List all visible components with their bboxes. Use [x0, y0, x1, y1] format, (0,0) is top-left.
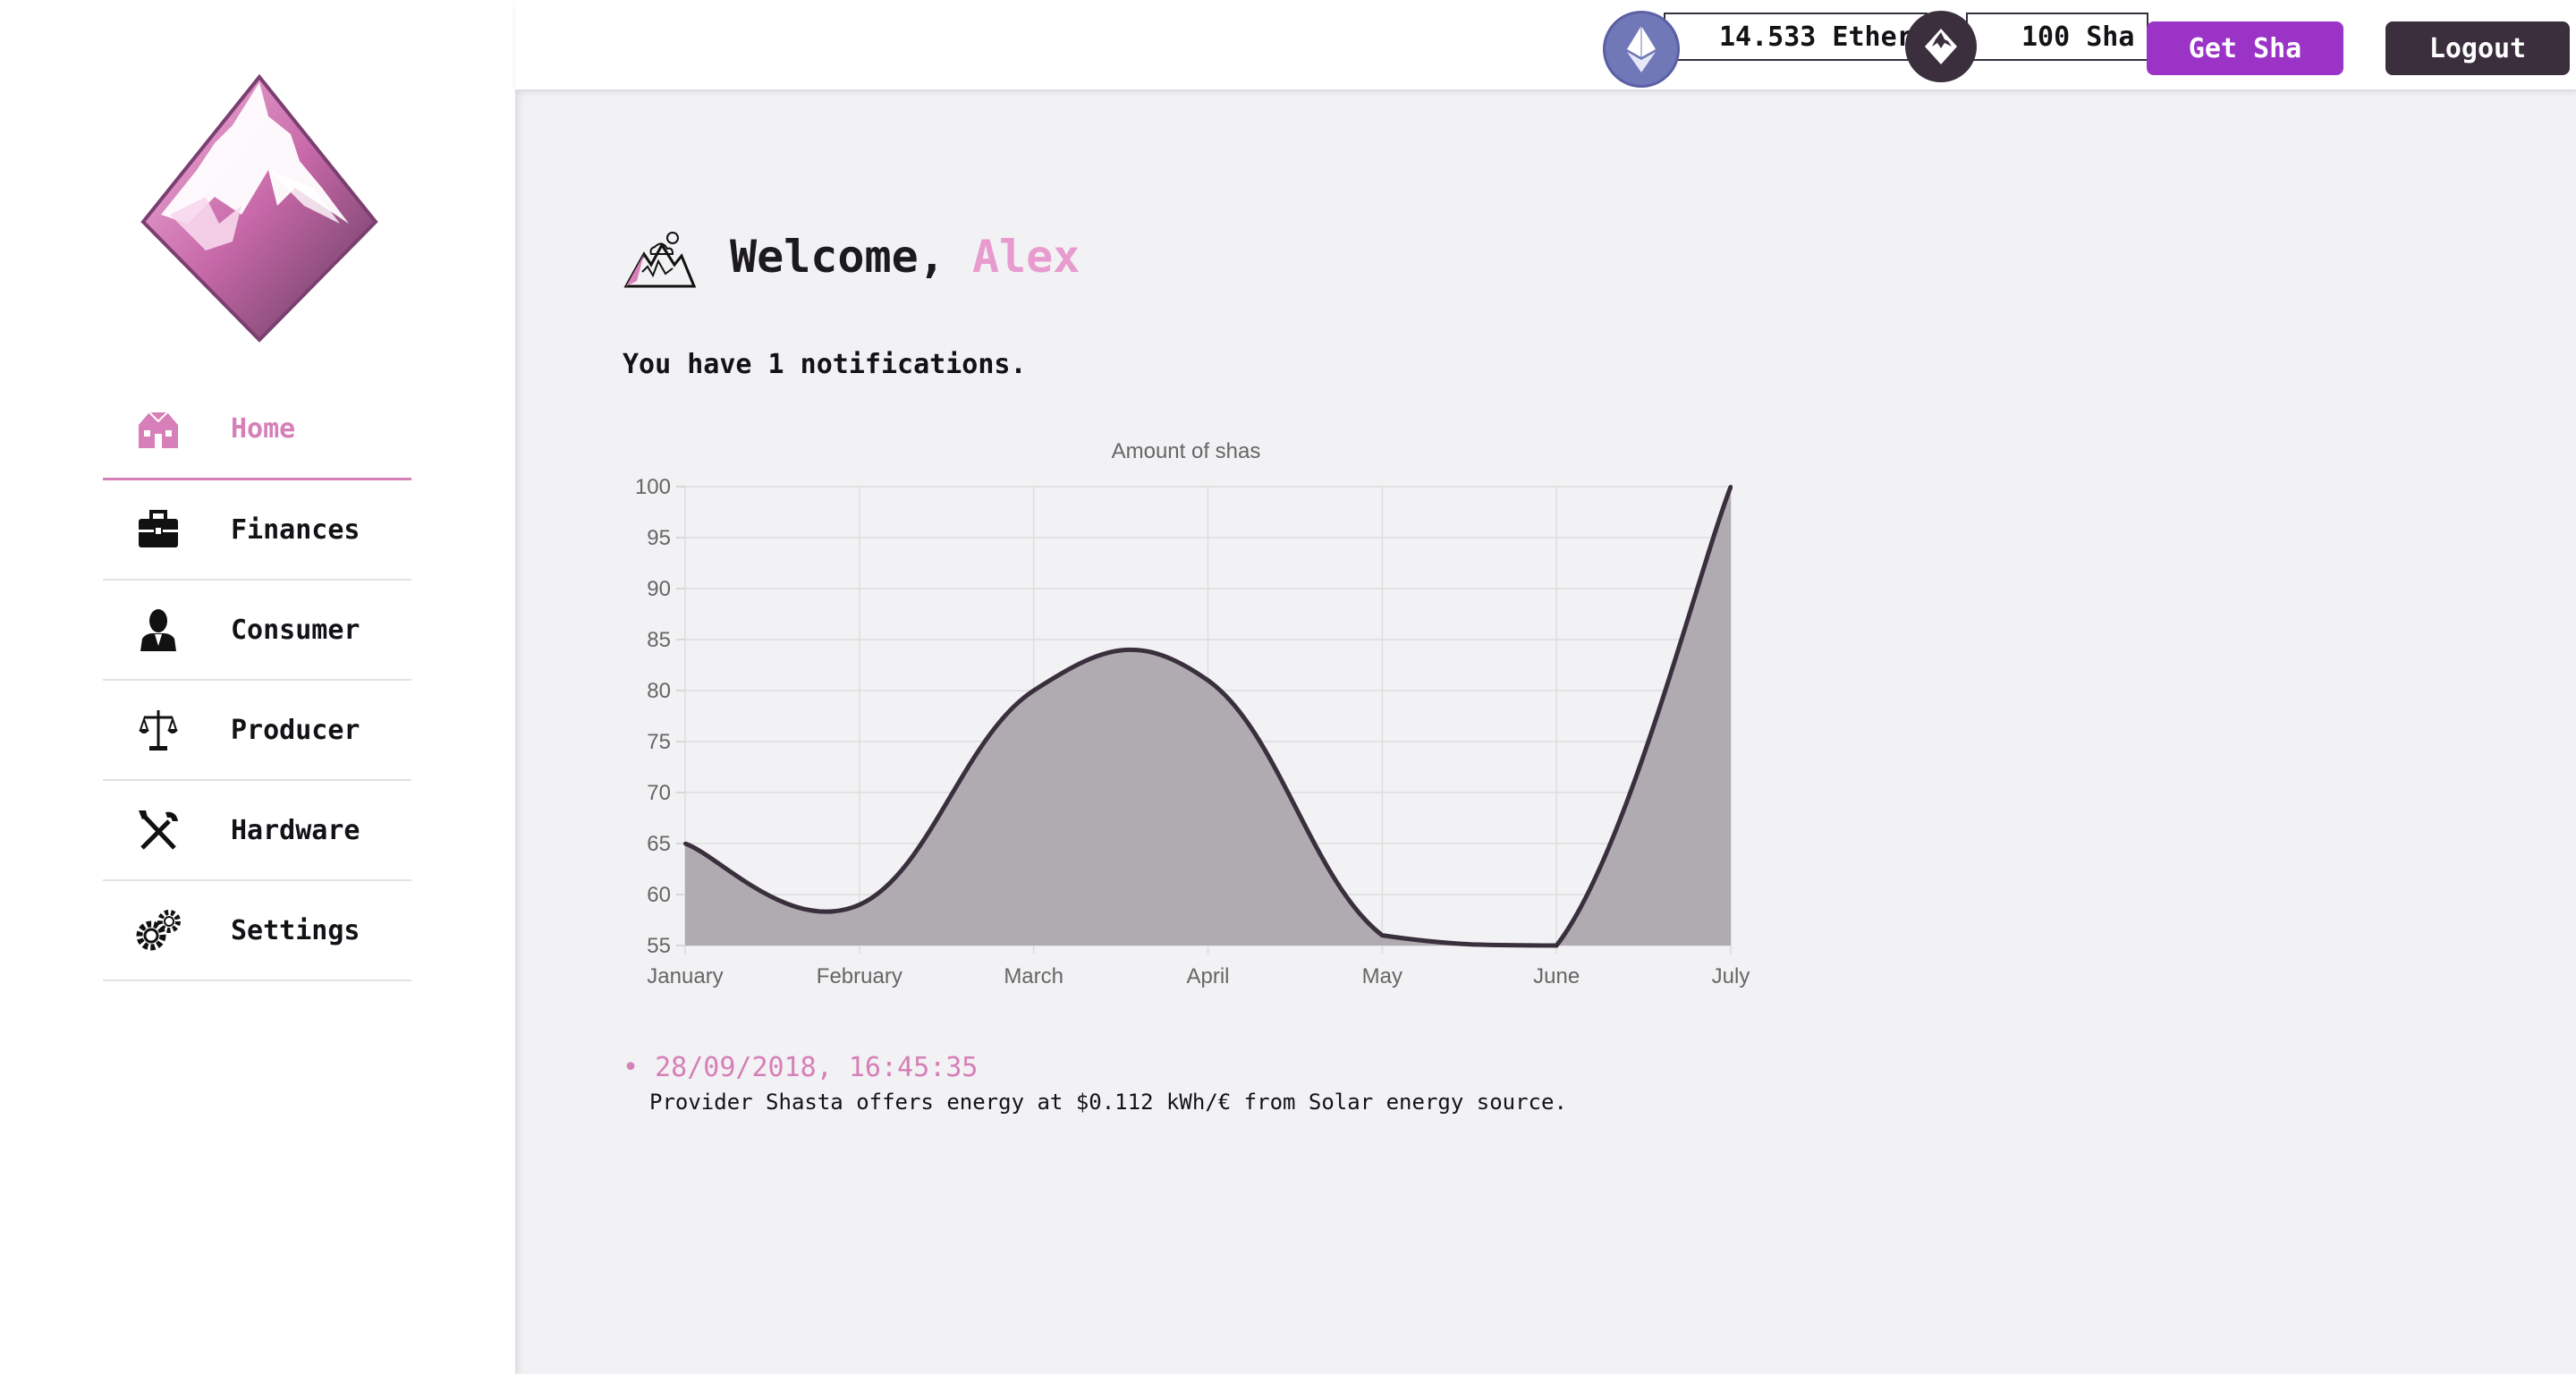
data-point	[1206, 678, 1210, 683]
house-icon	[135, 405, 182, 452]
notification-date: • 28/09/2018, 16:45:35	[623, 1052, 978, 1083]
x-tick-label: May	[1362, 964, 1402, 988]
x-tick-label: June	[1533, 964, 1580, 988]
y-tick-label: 80	[647, 679, 671, 703]
tools-icon	[135, 807, 182, 853]
data-point	[683, 842, 687, 845]
chart-title: Amount of shas	[1112, 439, 1261, 463]
get-sha-button[interactable]: Get Sha	[2147, 21, 2343, 75]
logout-button[interactable]: Logout	[2385, 21, 2570, 75]
y-tick-label: 70	[647, 781, 671, 805]
briefcase-icon	[135, 506, 182, 553]
sidebar-item-label: Home	[231, 412, 296, 445]
y-tick-label: 75	[647, 730, 671, 754]
sidebar-nav: Home Finances Consumer Producer Hardware	[103, 379, 411, 981]
notification-date-text: 28/09/2018, 16:45:35	[655, 1052, 979, 1083]
person-icon	[135, 606, 182, 653]
sidebar-item-finances[interactable]: Finances	[103, 480, 411, 581]
mountain-user-icon	[623, 232, 696, 288]
y-tick-label: 55	[647, 934, 671, 958]
sha-coin-icon	[1905, 11, 1977, 82]
x-tick-label: July	[1712, 964, 1750, 988]
sidebar-item-producer[interactable]: Producer	[103, 681, 411, 781]
ethereum-icon	[1603, 11, 1680, 88]
sidebar-item-label: Finances	[231, 513, 360, 546]
sidebar-item-hardware[interactable]: Hardware	[103, 781, 411, 881]
x-tick-label: April	[1186, 964, 1229, 988]
y-tick-label: 100	[635, 475, 671, 499]
data-point	[857, 903, 861, 907]
bullet-icon: •	[623, 1052, 656, 1083]
notification-count: You have 1 notifications.	[623, 349, 1027, 380]
data-point	[1380, 933, 1385, 937]
user-name: Alex	[971, 231, 1080, 283]
gears-icon	[135, 907, 182, 954]
y-tick-label: 85	[647, 628, 671, 652]
scales-icon	[135, 707, 182, 753]
sidebar: Home Finances Consumer Producer Hardware	[0, 0, 517, 1374]
sidebar-item-label: Settings	[231, 914, 360, 946]
welcome-heading: Welcome, Alex	[730, 231, 1080, 283]
notification-text: Provider Shasta offers energy at $0.112 …	[649, 1090, 1567, 1115]
sidebar-item-settings[interactable]: Settings	[103, 881, 411, 981]
sha-balance: 100 Sha	[1966, 13, 2149, 61]
sidebar-item-label: Hardware	[231, 814, 360, 846]
shas-area-chart: 55 60 65 70 75 80 85 90 95 100 January February Marc…	[635, 439, 1750, 988]
x-tick-label: February	[817, 964, 902, 988]
y-tick-label: 90	[647, 577, 671, 601]
data-point	[1031, 689, 1036, 692]
sidebar-item-consumer[interactable]: Consumer	[103, 581, 411, 681]
mountain-logo	[140, 73, 378, 343]
y-tick-label: 95	[647, 526, 671, 550]
sha-balance-text: 100 Sha	[2021, 21, 2135, 53]
ether-balance-text: 14.533 Ether	[1719, 21, 1913, 53]
sidebar-item-home[interactable]: Home	[103, 379, 411, 480]
data-point	[1729, 485, 1733, 488]
x-tick-label: January	[647, 964, 723, 988]
ether-balance: 14.533 Ether	[1664, 13, 1928, 61]
data-point	[1555, 944, 1559, 947]
sidebar-item-label: Producer	[231, 714, 360, 746]
y-tick-label: 60	[647, 883, 671, 907]
y-tick-label: 65	[647, 832, 671, 856]
x-tick-label: March	[1004, 964, 1063, 988]
welcome-prefix: Welcome,	[730, 231, 972, 283]
sidebar-item-label: Consumer	[231, 614, 360, 646]
